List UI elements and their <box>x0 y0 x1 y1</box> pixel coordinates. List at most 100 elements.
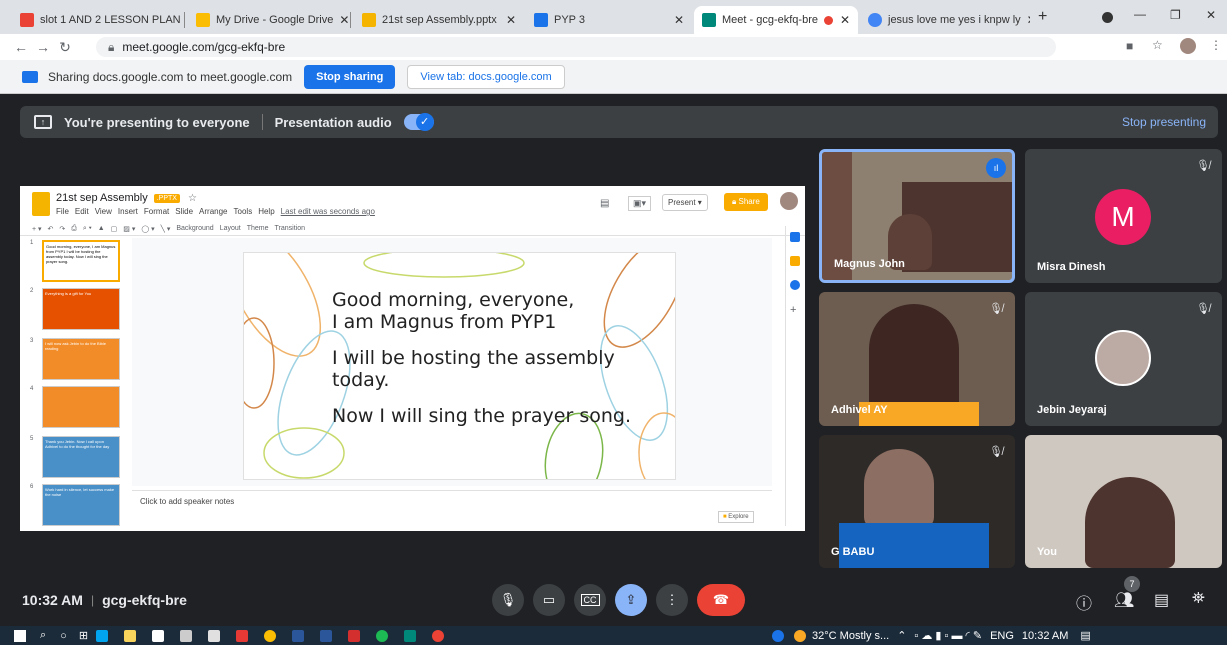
word-icon[interactable] <box>292 629 305 642</box>
search-icon[interactable]: ⌕ <box>40 629 46 642</box>
meet-app-icon[interactable] <box>404 629 417 642</box>
tab-google-search[interactable]: jesus love me yes i knpw ly ✕ <box>860 6 1030 34</box>
reload-icon[interactable]: ↻ <box>54 39 76 56</box>
star-icon[interactable]: ☆ <box>1152 38 1163 52</box>
close-icon[interactable]: ✕ <box>500 13 516 27</box>
avatar[interactable] <box>780 192 798 210</box>
taskbar-clock[interactable]: 10:32 AM <box>1022 630 1068 642</box>
language-indicator[interactable]: ENG <box>990 630 1014 642</box>
comment-icon[interactable]: ▤ <box>600 198 609 209</box>
file-explorer-icon[interactable] <box>124 629 137 642</box>
add-addon-icon[interactable]: + <box>790 304 796 316</box>
present-button[interactable]: ⇪ <box>615 584 647 616</box>
help-icon[interactable] <box>772 629 785 642</box>
more-options-button[interactable]: ⋮ <box>656 584 688 616</box>
menu-tools[interactable]: Tools <box>234 207 253 216</box>
task-view-icon[interactable]: ⊞ <box>79 629 88 642</box>
close-icon[interactable]: ✕ <box>834 13 850 27</box>
windows-start-icon[interactable] <box>14 629 26 642</box>
speaker-notes[interactable]: Click to add speaker notes ■ Explore <box>132 490 772 528</box>
camera-button[interactable]: ▭ <box>533 584 565 616</box>
participant-tile-you[interactable]: You <box>1025 435 1222 568</box>
tab-lesson-plan[interactable]: slot 1 AND 2 LESSON PLAN ✕ <box>12 6 182 34</box>
present-button[interactable]: Present ▾ <box>662 194 708 211</box>
menu-edit[interactable]: Edit <box>75 207 89 216</box>
meet-present-icon[interactable]: ▣▾ <box>628 196 652 211</box>
weather-text[interactable]: 32°C Mostly s... <box>812 630 889 642</box>
menu-slide[interactable]: Slide <box>175 207 193 216</box>
slide-thumbnail[interactable]: Everything is a gift for You <box>42 288 120 330</box>
participant-tile-gbabu[interactable]: 🎙︎̸ G BABU <box>819 435 1015 568</box>
stop-presenting-button[interactable]: Stop presenting <box>1122 115 1206 129</box>
end-call-button[interactable]: ☎ <box>697 584 745 616</box>
slide-thumbnail[interactable] <box>42 386 120 428</box>
close-window-button[interactable]: ✕ <box>1206 8 1216 22</box>
slide-thumbnail[interactable]: Good morning, everyone, I am Magnus from… <box>42 240 120 282</box>
office-icon[interactable] <box>236 629 249 642</box>
menu-format[interactable]: Format <box>144 207 169 216</box>
minimize-button[interactable]: — <box>1134 7 1146 21</box>
last-edit-link[interactable]: Last edit was seconds ago <box>281 207 375 216</box>
close-icon[interactable]: ✕ <box>333 13 348 27</box>
store-icon[interactable] <box>152 629 165 642</box>
undo-icon[interactable]: ↶ <box>48 225 54 233</box>
close-icon[interactable]: ✕ <box>668 13 684 27</box>
keep-icon[interactable] <box>790 256 800 266</box>
info-icon[interactable]: ⓘ <box>1076 590 1092 614</box>
menu-view[interactable]: View <box>95 207 112 216</box>
participant-tile-magnus[interactable]: ıl Magnus John <box>819 149 1015 283</box>
tab-assembly-pptx[interactable]: 21st sep Assembly.pptx ✕ <box>354 6 524 34</box>
close-icon[interactable]: ✕ <box>181 13 182 27</box>
camera-icon[interactable]: ■ <box>1126 39 1133 53</box>
star-icon[interactable]: ☆ <box>188 193 197 204</box>
explore-button[interactable]: ■ Explore <box>718 511 754 523</box>
avatar[interactable] <box>1180 38 1196 54</box>
tab-google-drive[interactable]: My Drive - Google Drive ✕ <box>188 6 348 34</box>
audio-toggle[interactable]: ✓ <box>403 113 434 131</box>
new-tab-button[interactable]: + <box>1038 8 1047 26</box>
slide-thumbnail[interactable]: Thank you Jebin. Now I call upon Adhivel… <box>42 436 120 478</box>
dropbox-icon[interactable] <box>180 629 193 642</box>
zoom-icon[interactable]: ⌕ ▾ <box>83 225 92 233</box>
edge-icon[interactable] <box>96 629 109 642</box>
stop-sharing-button[interactable]: Stop sharing <box>304 64 396 89</box>
redo-icon[interactable]: ↷ <box>59 225 65 233</box>
participant-tile-jebin[interactable]: 🎙︎̸ Jebin Jeyaraj <box>1025 292 1222 426</box>
line-icon[interactable]: ╲ ▾ <box>161 225 171 233</box>
slide-thumbnail[interactable]: I will now ask Jebin to do the Bible rea… <box>42 338 120 380</box>
captions-button[interactable]: CC <box>574 584 606 616</box>
mic-button[interactable]: 🎙︎ <box>492 584 524 616</box>
chrome-icon[interactable] <box>264 629 277 642</box>
slide-thumbnail[interactable]: Work hard in silence, let success make t… <box>42 484 120 526</box>
people-icon[interactable]: 👥︎ <box>1114 590 1134 610</box>
select-icon[interactable]: ▲ <box>98 225 105 232</box>
notifications-icon[interactable]: ▤ <box>1080 629 1090 642</box>
theme-button[interactable]: Theme <box>247 225 269 232</box>
cortana-icon[interactable]: ○ <box>60 630 67 642</box>
menu-help[interactable]: Help <box>258 207 274 216</box>
participant-tile-misra[interactable]: 🎙︎̸ M Misra Dinesh <box>1025 149 1222 283</box>
photoshop-icon[interactable] <box>320 629 333 642</box>
document-title[interactable]: 21st sep Assembly <box>56 192 148 204</box>
background-button[interactable]: Background <box>176 225 213 232</box>
transition-button[interactable]: Transition <box>275 225 305 232</box>
tasks-icon[interactable] <box>790 280 800 290</box>
share-button[interactable]: 🔒︎ Share <box>724 193 768 211</box>
tray-icons[interactable]: ▫ ☁ ▮ ▫ ▬ ◜ ✎ <box>914 629 982 642</box>
menu-icon[interactable]: ⋮ <box>1210 38 1222 52</box>
chevron-up-icon[interactable]: ⌃ <box>897 629 906 642</box>
close-icon[interactable]: ✕ <box>1021 13 1030 27</box>
tab-pyp3[interactable]: PYP 3 ✕ <box>526 6 692 34</box>
chat-icon[interactable]: ▤ <box>1154 590 1169 610</box>
layout-button[interactable]: Layout <box>220 225 241 232</box>
image-icon[interactable]: ▨ ▾ <box>123 225 135 233</box>
print-icon[interactable]: ⎙ <box>71 225 77 233</box>
app-icon[interactable] <box>208 629 221 642</box>
recorder-icon[interactable] <box>432 629 445 642</box>
menu-file[interactable]: File <box>56 207 69 216</box>
menu-arrange[interactable]: Arrange <box>199 207 227 216</box>
profile-icon[interactable] <box>1102 12 1113 23</box>
current-slide[interactable]: Good morning, everyone, I am Magnus from… <box>243 252 676 480</box>
tab-meet[interactable]: Meet - gcg-ekfq-bre ✕ <box>694 6 858 34</box>
maximize-button[interactable]: ❐ <box>1170 8 1181 22</box>
